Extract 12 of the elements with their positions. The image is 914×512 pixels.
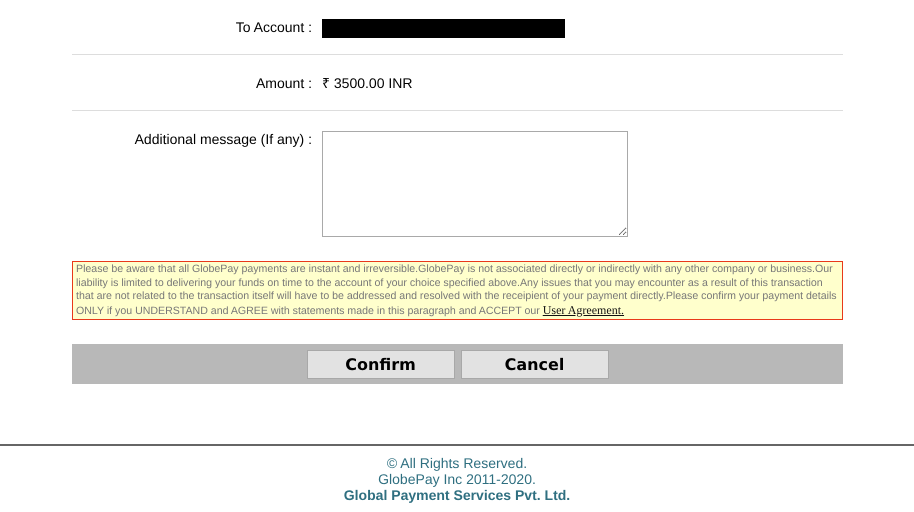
user-agreement-link[interactable]: User Agreement.	[542, 302, 624, 316]
message-field[interactable]	[322, 131, 628, 237]
confirm-button[interactable]: Confirm	[306, 350, 454, 378]
company-name: Global Payment Services Pvt. Ltd.	[344, 487, 570, 503]
amount-value: ₹ 3500.00 INR	[322, 74, 414, 92]
field-label: To Account :	[236, 19, 312, 35]
footer-text: © All Rights Reserved.	[386, 455, 528, 471]
field-label: Amount :	[256, 74, 312, 90]
field-label: Additional message (If any) :	[134, 131, 312, 147]
disclaimer-text: Please be aware that all GlobePay payments are instant and irreversible.GlobePay is not associated directly or indirectly with any other company or business.Our liability is limited to delivering your funds on time to the account of your choice specified above.Any issues that you may encounter as a result of this transaction that are not related to the transaction itself will have to be addressed and resolved with the receipient of your payment directly.Please confirm your payment details ONLY if you UNDERSTAND and AGREE with statements made in this paragraph and ACCEPT our User Agreement.	[72, 261, 843, 320]
footer-text: GlobePay Inc 2011-2020.	[378, 471, 536, 487]
cancel-button[interactable]: Cancel	[460, 350, 608, 378]
